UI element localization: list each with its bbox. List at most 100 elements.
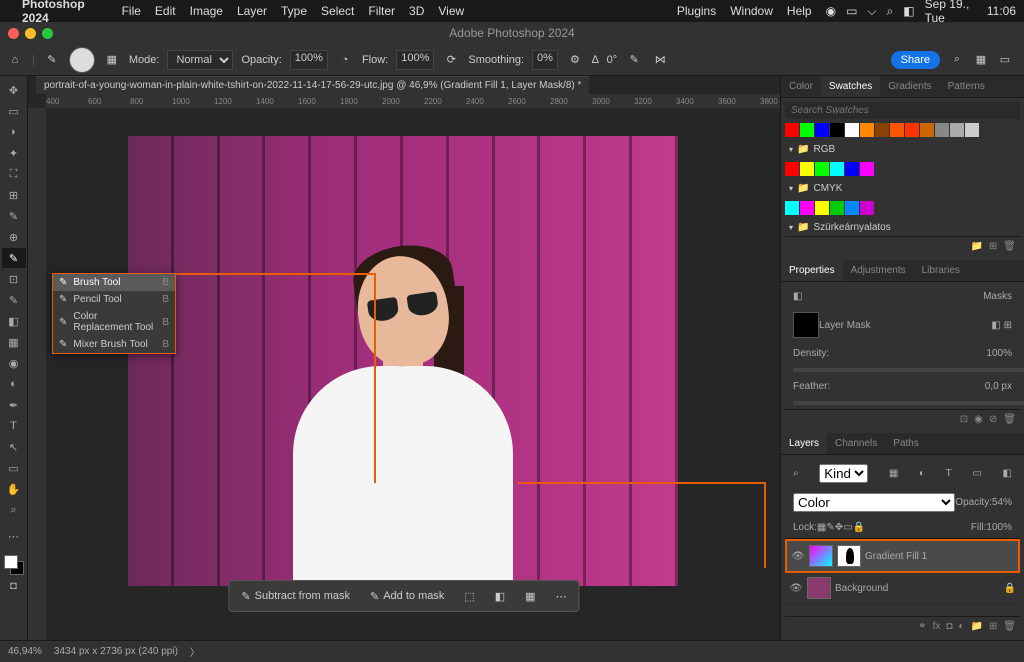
lasso-tool[interactable]: ◗ (2, 122, 26, 142)
swatch[interactable] (875, 123, 889, 137)
status-chevron-icon[interactable]: 〉 (190, 644, 200, 659)
trash-icon[interactable]: 🗑 (1003, 241, 1016, 252)
tab-channels[interactable]: Channels (827, 433, 885, 454)
menu-image[interactable]: Image (190, 4, 223, 18)
invert-icon[interactable]: ⬚ (456, 586, 482, 607)
swatch-group-rgb[interactable]: 📁 RGB (785, 141, 1020, 158)
hand-tool[interactable]: ✋ (2, 479, 26, 499)
dodge-tool[interactable]: ◐ (2, 374, 26, 394)
swatch[interactable] (890, 123, 904, 137)
lock-transparency-icon[interactable]: ▦ (817, 522, 826, 533)
swatch[interactable] (800, 162, 814, 176)
history-brush-tool[interactable]: ✎ (2, 290, 26, 310)
minimize-button[interactable] (25, 28, 36, 39)
swatch[interactable] (785, 123, 799, 137)
swatch[interactable] (785, 162, 799, 176)
visibility-icon[interactable]: 👁 (791, 551, 805, 562)
mask-apply-icon[interactable]: ◉ (974, 414, 983, 425)
mask-disable-icon[interactable]: ⊘ (989, 414, 997, 425)
opacity-value[interactable]: 100% (290, 50, 328, 70)
pen-tool[interactable]: ✒ (2, 395, 26, 415)
stamp-tool[interactable]: ⊡ (2, 269, 26, 289)
flyout-pencil-tool[interactable]: ✎Pencil ToolB (53, 291, 175, 308)
home-icon[interactable]: ⌂ (6, 51, 24, 69)
mask-option-icon[interactable]: ◧ (487, 586, 513, 607)
feather-value[interactable]: 0,0 px (985, 381, 1012, 392)
swatch[interactable] (800, 201, 814, 215)
smoothing-value[interactable]: 0% (532, 50, 558, 70)
tab-color[interactable]: Color (781, 76, 821, 97)
mask-option2-icon[interactable]: ▦ (517, 586, 543, 607)
tab-adjustments[interactable]: Adjustments (843, 260, 914, 281)
mask-delete-icon[interactable]: 🗑 (1003, 414, 1016, 425)
new-swatch-icon[interactable]: ⊞ (989, 241, 997, 252)
tab-properties[interactable]: Properties (781, 260, 843, 281)
type-tool[interactable]: T (2, 416, 26, 436)
zoom-tool[interactable]: ⌕ (2, 500, 26, 520)
visibility-icon[interactable]: 👁 (789, 583, 803, 594)
delete-icon[interactable]: 🗑 (1003, 621, 1016, 632)
layer-opacity-value[interactable]: 54% (992, 497, 1012, 508)
control-center-icon[interactable]: ◧ (903, 4, 914, 18)
swatch[interactable] (845, 162, 859, 176)
gradient-tool[interactable]: ▦ (2, 332, 26, 352)
swatch[interactable] (860, 123, 874, 137)
brush-icon[interactable]: ✎ (43, 51, 61, 69)
path-tool[interactable]: ↖ (2, 437, 26, 457)
swatch[interactable] (815, 123, 829, 137)
layer-gradient-fill[interactable]: 👁 Gradient Fill 1 (785, 539, 1020, 573)
link-icon[interactable]: ⚭ (918, 621, 926, 632)
swatch[interactable] (845, 201, 859, 215)
share-button[interactable]: Share (891, 51, 940, 69)
swatch[interactable] (845, 123, 859, 137)
canvas-image[interactable] (128, 136, 678, 586)
swatch[interactable] (800, 123, 814, 137)
mask-load-icon[interactable]: ⊡ (960, 414, 968, 425)
pressure-opacity-icon[interactable]: ◔ (336, 51, 354, 69)
lock-all-icon[interactable]: 🔒 (853, 522, 865, 533)
filter-adjust-icon[interactable]: ◐ (919, 468, 925, 479)
menu-select[interactable]: Select (321, 4, 354, 18)
subtract-from-mask-button[interactable]: ✎Subtract from mask (233, 586, 358, 607)
filter-smart-icon[interactable]: ◧ (1003, 468, 1012, 479)
adjustment-icon[interactable]: ◐ (958, 621, 964, 632)
layer-name[interactable]: Gradient Fill 1 (865, 551, 927, 562)
color-swatches[interactable] (4, 555, 24, 575)
new-layer-icon[interactable]: ⊞ (989, 621, 997, 632)
edit-toolbar[interactable]: ⋯ (2, 526, 26, 546)
menu-3d[interactable]: 3D (409, 4, 424, 18)
layer-name[interactable]: Background (835, 583, 888, 594)
swatch[interactable] (815, 201, 829, 215)
lock-artboard-icon[interactable]: ▭ (843, 522, 852, 533)
swatch[interactable] (830, 123, 844, 137)
swatch[interactable] (830, 162, 844, 176)
filter-shape-icon[interactable]: ▭ (972, 468, 981, 479)
flyout-mixer-brush-tool[interactable]: ✎Mixer Brush ToolB (53, 336, 175, 353)
swatch[interactable] (920, 123, 934, 137)
menu-window[interactable]: Window (730, 4, 773, 18)
swatch[interactable] (785, 201, 799, 215)
swatch[interactable] (950, 123, 964, 137)
more-icon[interactable]: ⋯ (548, 586, 575, 607)
menu-type[interactable]: Type (281, 4, 307, 18)
mask-type-icon[interactable]: ◧ ⊞ (991, 320, 1012, 331)
marquee-tool[interactable]: ▭ (2, 101, 26, 121)
swatch[interactable] (860, 162, 874, 176)
smoothing-options-icon[interactable]: ⚙ (566, 51, 584, 69)
flyout-brush-tool[interactable]: ✎Brush ToolB (53, 274, 175, 291)
eyedropper-tool[interactable]: ✎ (2, 206, 26, 226)
healing-tool[interactable]: ⊕ (2, 227, 26, 247)
swatch[interactable] (965, 123, 979, 137)
airbrush-icon[interactable]: ⟳ (442, 51, 460, 69)
layer-background[interactable]: 👁 Background 🔒 (785, 573, 1020, 604)
group-icon[interactable]: 📁 (970, 621, 982, 632)
move-tool[interactable]: ✥ (2, 80, 26, 100)
layer-filter-select[interactable]: Kind (819, 464, 868, 483)
layer-mask-thumb[interactable] (837, 545, 861, 567)
tab-libraries[interactable]: Libraries (914, 260, 968, 281)
tab-swatches[interactable]: Swatches (821, 76, 880, 97)
new-folder-icon[interactable]: 📁 (970, 241, 982, 252)
lock-position-icon[interactable]: ✥ (835, 522, 843, 533)
lock-pixels-icon[interactable]: ✎ (826, 522, 834, 533)
flyout-color-replacement-tool[interactable]: ✎Color Replacement ToolB (53, 308, 175, 336)
